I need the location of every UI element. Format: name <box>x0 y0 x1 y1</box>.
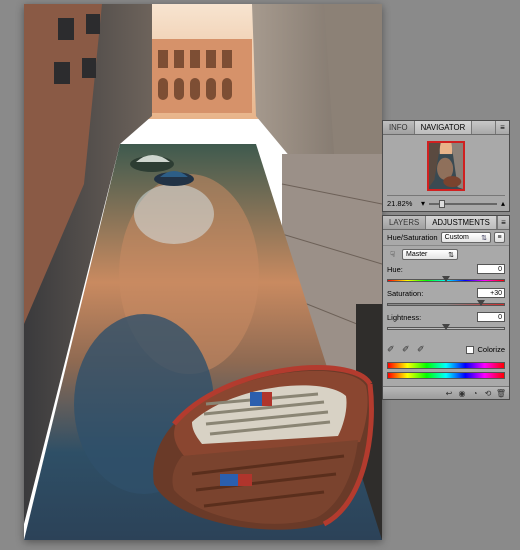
trash-icon[interactable]: 🗑 <box>496 389 506 398</box>
tab-info[interactable]: INFO <box>383 121 415 134</box>
select-arrows-icon: ⇅ <box>448 251 454 259</box>
eyedropper-subtract-icon[interactable]: ✐ <box>417 344 427 355</box>
adjustment-name: Hue/Saturation <box>387 233 438 242</box>
colorize-label: Colorize <box>477 345 505 354</box>
saturation-slider-knob[interactable] <box>477 300 485 306</box>
menu-icon: ≡ <box>500 124 505 132</box>
zoom-percent[interactable]: 21.82% <box>387 199 419 208</box>
panel-menu-button[interactable]: ≡ <box>495 121 509 134</box>
hue-slider-row: Hue: 0 <box>383 262 509 286</box>
tab-adjustments[interactable]: ADJUSTMENTS <box>426 216 497 229</box>
navigator-thumbnail[interactable] <box>427 141 465 191</box>
eyedropper-icon[interactable]: ✐ <box>387 344 397 355</box>
input-spectrum <box>387 362 505 369</box>
menu-icon: ≡ <box>501 219 506 227</box>
targeted-adjust-tool[interactable]: ☟ <box>387 249 398 260</box>
lightness-value-input[interactable]: 0 <box>477 312 505 322</box>
channel-select[interactable]: Master ⇅ <box>402 249 458 260</box>
adjustments-panel: ◂▸ LAYERS ADJUSTMENTS ≡ Hue/Saturation C… <box>382 215 510 400</box>
channel-row: ☟ Master ⇅ <box>383 246 509 262</box>
saturation-slider[interactable] <box>387 300 505 310</box>
panel-dock: ◂▸ INFO NAVIGATOR ≡ 21.82% ▾ <box>382 120 510 403</box>
eyedropper-row: ✐ ✐ ✐ Colorize <box>383 334 509 359</box>
lightness-label: Lightness: <box>387 313 421 322</box>
lightness-slider[interactable] <box>387 324 505 334</box>
saturation-slider-row: Saturation: +30 <box>383 286 509 310</box>
adjustments-footer: ↩ ◉ ◔ ⟲ 🗑 <box>383 386 509 399</box>
panel-menu-button[interactable]: ≡ <box>497 216 509 229</box>
spectrum-bars <box>383 359 509 386</box>
zoom-out-icon[interactable]: ▾ <box>421 199 425 208</box>
tab-info-label: INFO <box>389 123 408 132</box>
tab-navigator[interactable]: NAVIGATOR <box>415 121 473 134</box>
preset-menu-button[interactable]: ≡ <box>494 232 505 243</box>
tab-navigator-label: NAVIGATOR <box>421 123 466 132</box>
return-arrow-icon[interactable]: ↩ <box>444 389 454 398</box>
zoom-slider-knob[interactable] <box>439 200 445 208</box>
hue-label: Hue: <box>387 265 403 274</box>
saturation-label: Saturation: <box>387 289 423 298</box>
hue-slider-knob[interactable] <box>442 276 450 282</box>
eyedropper-add-icon[interactable]: ✐ <box>402 344 412 355</box>
preset-value: Custom <box>445 234 469 241</box>
zoom-in-icon[interactable]: ▴ <box>501 199 505 208</box>
zoom-slider[interactable] <box>427 200 499 208</box>
navigator-panel: ◂▸ INFO NAVIGATOR ≡ 21.82% ▾ <box>382 120 510 212</box>
toggle-visibility-icon[interactable]: ◉ <box>457 389 467 398</box>
checkbox-box <box>466 346 474 354</box>
hue-value-input[interactable]: 0 <box>477 264 505 274</box>
lightness-slider-row: Lightness: 0 <box>383 310 509 334</box>
tab-layers-label: LAYERS <box>389 218 419 227</box>
adjustments-tabbar: LAYERS ADJUSTMENTS ≡ <box>383 216 509 230</box>
document-canvas[interactable] <box>24 4 382 540</box>
reset-icon[interactable]: ⟲ <box>483 389 493 398</box>
menu-icon: ≡ <box>497 234 501 241</box>
navigator-body: 21.82% ▾ ▴ <box>383 135 509 211</box>
colorize-checkbox[interactable]: Colorize <box>466 345 505 354</box>
adjustment-header: Hue/Saturation Custom ⇅ ≡ <box>383 230 509 246</box>
preset-select[interactable]: Custom ⇅ <box>441 232 491 243</box>
select-arrows-icon: ⇅ <box>481 234 487 242</box>
saturation-value-input[interactable]: +30 <box>477 288 505 298</box>
hue-slider[interactable] <box>387 276 505 286</box>
previous-state-icon[interactable]: ◔ <box>470 389 480 398</box>
tab-adjustments-label: ADJUSTMENTS <box>432 218 490 227</box>
tab-layers[interactable]: LAYERS <box>383 216 426 229</box>
navigator-zoom-row: 21.82% ▾ ▴ <box>387 195 505 208</box>
navigator-tabbar: INFO NAVIGATOR ≡ <box>383 121 509 135</box>
lightness-slider-knob[interactable] <box>442 324 450 330</box>
output-spectrum <box>387 372 505 379</box>
channel-value: Master <box>406 251 427 258</box>
